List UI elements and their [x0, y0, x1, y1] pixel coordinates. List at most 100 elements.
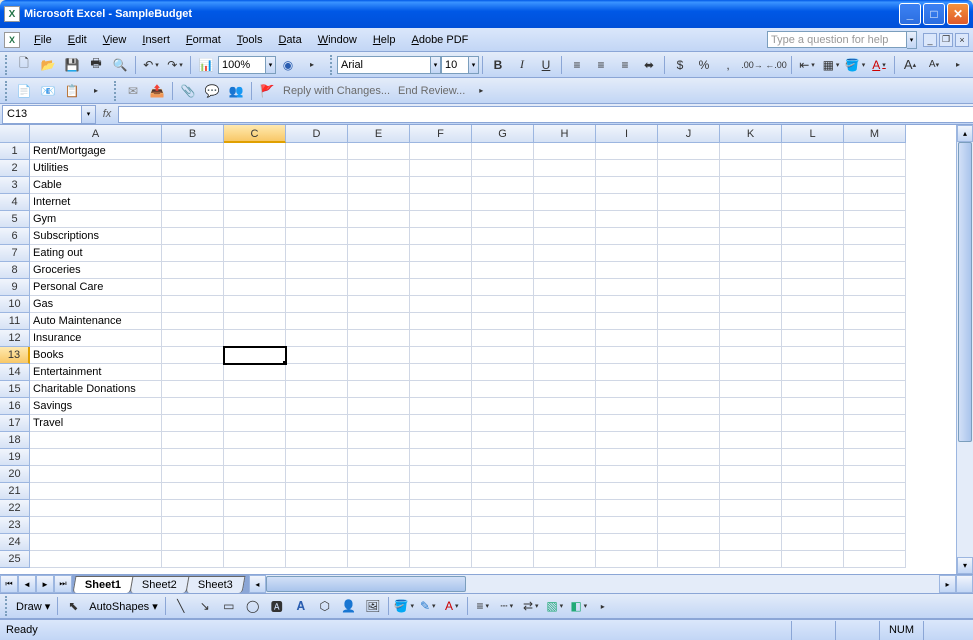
cell-L19[interactable]: [782, 449, 844, 466]
column-header-E[interactable]: E: [348, 125, 410, 143]
cell-F20[interactable]: [410, 466, 472, 483]
row-header-16[interactable]: 16: [0, 398, 30, 415]
menu-adobe-pdf[interactable]: Adobe PDF: [403, 32, 476, 48]
dash-style-icon[interactable]: ┄: [496, 595, 518, 617]
menu-format[interactable]: Format: [178, 32, 229, 48]
cell-B6[interactable]: [162, 228, 224, 245]
cell-H14[interactable]: [534, 364, 596, 381]
cell-L16[interactable]: [782, 398, 844, 415]
cell-I25[interactable]: [596, 551, 658, 568]
cell-L10[interactable]: [782, 296, 844, 313]
email-icon[interactable]: ✉: [122, 80, 144, 102]
cell-M6[interactable]: [844, 228, 906, 245]
minimize-button[interactable]: _: [899, 3, 921, 25]
cell-D11[interactable]: [286, 313, 348, 330]
cell-F16[interactable]: [410, 398, 472, 415]
cell-J15[interactable]: [658, 381, 720, 398]
column-header-C[interactable]: C: [224, 125, 286, 143]
cell-C19[interactable]: [224, 449, 286, 466]
cell-B12[interactable]: [162, 330, 224, 347]
cell-I3[interactable]: [596, 177, 658, 194]
cell-G21[interactable]: [472, 483, 534, 500]
cell-I2[interactable]: [596, 160, 658, 177]
textbox-icon[interactable]: 🅰: [266, 595, 288, 617]
cell-L5[interactable]: [782, 211, 844, 228]
cell-B4[interactable]: [162, 194, 224, 211]
diagram-icon[interactable]: ⬡: [314, 595, 336, 617]
cell-M13[interactable]: [844, 347, 906, 364]
scroll-up-icon[interactable]: ▴: [957, 125, 973, 142]
cell-J14[interactable]: [658, 364, 720, 381]
toolbar-options-icon[interactable]: ▸: [592, 595, 614, 617]
cell-F6[interactable]: [410, 228, 472, 245]
cell-C16[interactable]: [224, 398, 286, 415]
menu-help[interactable]: Help: [365, 32, 404, 48]
column-header-D[interactable]: D: [286, 125, 348, 143]
cell-B18[interactable]: [162, 432, 224, 449]
pdf-convert-icon[interactable]: 📄: [13, 80, 35, 102]
cell-A1[interactable]: Rent/Mortgage: [30, 143, 162, 160]
insert-comment-icon[interactable]: 💬: [201, 80, 223, 102]
cell-D5[interactable]: [286, 211, 348, 228]
cell-J9[interactable]: [658, 279, 720, 296]
mdi-restore-button[interactable]: ❐: [939, 33, 953, 47]
row-header-11[interactable]: 11: [0, 313, 30, 330]
cell-E17[interactable]: [348, 415, 410, 432]
vertical-scrollbar[interactable]: ▴ ▾: [956, 125, 973, 574]
column-header-B[interactable]: B: [162, 125, 224, 143]
cell-L1[interactable]: [782, 143, 844, 160]
cell-F15[interactable]: [410, 381, 472, 398]
cell-M9[interactable]: [844, 279, 906, 296]
cell-F9[interactable]: [410, 279, 472, 296]
decrease-font-icon[interactable]: A▾: [923, 54, 945, 76]
cell-J3[interactable]: [658, 177, 720, 194]
cell-J2[interactable]: [658, 160, 720, 177]
cell-C25[interactable]: [224, 551, 286, 568]
cell-I8[interactable]: [596, 262, 658, 279]
mdi-close-button[interactable]: ×: [955, 33, 969, 47]
wordart-icon[interactable]: 𝐀: [290, 595, 312, 617]
cell-J8[interactable]: [658, 262, 720, 279]
cell-C3[interactable]: [224, 177, 286, 194]
select-objects-icon[interactable]: ⬉: [62, 595, 84, 617]
cell-A11[interactable]: Auto Maintenance: [30, 313, 162, 330]
cell-H2[interactable]: [534, 160, 596, 177]
cell-M21[interactable]: [844, 483, 906, 500]
cell-F25[interactable]: [410, 551, 472, 568]
toolbar-grip[interactable]: [114, 81, 118, 101]
row-header-24[interactable]: 24: [0, 534, 30, 551]
cell-D17[interactable]: [286, 415, 348, 432]
autoshapes-menu-button[interactable]: AutoShapes ▾: [85, 600, 162, 613]
cell-D1[interactable]: [286, 143, 348, 160]
cell-E1[interactable]: [348, 143, 410, 160]
cell-J18[interactable]: [658, 432, 720, 449]
cell-B11[interactable]: [162, 313, 224, 330]
cell-B23[interactable]: [162, 517, 224, 534]
cell-H3[interactable]: [534, 177, 596, 194]
cell-M2[interactable]: [844, 160, 906, 177]
insert-picture-icon[interactable]: 🖼: [362, 595, 384, 617]
cell-B15[interactable]: [162, 381, 224, 398]
cell-M18[interactable]: [844, 432, 906, 449]
cell-E16[interactable]: [348, 398, 410, 415]
cell-H10[interactable]: [534, 296, 596, 313]
sheet-tab-sheet2[interactable]: Sheet2: [130, 576, 190, 593]
print-icon[interactable]: 🖶: [85, 54, 107, 76]
cell-D15[interactable]: [286, 381, 348, 398]
cell-K24[interactable]: [720, 534, 782, 551]
rectangle-icon[interactable]: ▭: [218, 595, 240, 617]
cell-F24[interactable]: [410, 534, 472, 551]
cell-B17[interactable]: [162, 415, 224, 432]
cell-A4[interactable]: Internet: [30, 194, 162, 211]
cell-A13[interactable]: Books: [30, 347, 162, 364]
cell-F22[interactable]: [410, 500, 472, 517]
cell-B13[interactable]: [162, 347, 224, 364]
toolbar-options-icon[interactable]: ▸: [947, 54, 969, 76]
cell-A18[interactable]: [30, 432, 162, 449]
column-header-G[interactable]: G: [472, 125, 534, 143]
cell-E21[interactable]: [348, 483, 410, 500]
maximize-button[interactable]: □: [923, 3, 945, 25]
help-search-input[interactable]: [767, 31, 907, 48]
cell-I21[interactable]: [596, 483, 658, 500]
font-name-dropdown-icon[interactable]: ▾: [431, 56, 441, 74]
